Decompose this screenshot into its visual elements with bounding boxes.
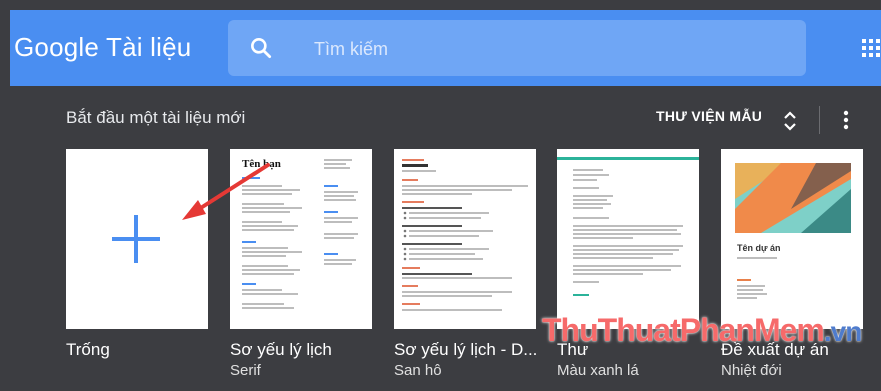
search-box[interactable] bbox=[228, 20, 806, 76]
app-logo[interactable]: Google Tài liệu bbox=[14, 32, 191, 63]
search-icon[interactable] bbox=[248, 35, 274, 61]
watermark-suffix: .vn bbox=[823, 316, 862, 347]
template-name-blank[interactable]: Trống bbox=[66, 340, 216, 360]
letter-green-thumbnail bbox=[557, 157, 699, 296]
proposal-tropical-thumbnail: Tên dự án bbox=[735, 163, 851, 299]
resume-serif-thumbnail: Tên bạn bbox=[242, 158, 358, 309]
template-name-resume-coral[interactable]: Sơ yếu lý lịch - D... bbox=[394, 340, 544, 360]
section-title: Bắt đầu một tài liệu mới bbox=[66, 108, 246, 127]
template-tile-blank[interactable] bbox=[66, 149, 208, 329]
apps-grid-icon[interactable] bbox=[862, 39, 880, 57]
template-subtitle-letter: Màu xanh lá bbox=[557, 362, 639, 379]
template-tile-proposal-tropical[interactable]: Tên dự án bbox=[721, 149, 863, 329]
template-tile-letter-green[interactable] bbox=[557, 149, 699, 329]
search-input[interactable] bbox=[312, 34, 786, 64]
template-tile-resume-serif[interactable]: Tên bạn bbox=[230, 149, 372, 329]
plus-icon bbox=[112, 215, 160, 263]
toolbar-divider bbox=[819, 106, 820, 134]
template-subtitle-proposal: Nhiệt đới bbox=[721, 362, 782, 379]
unfold-more-icon[interactable] bbox=[780, 107, 800, 135]
top-bar: Google Tài liệu bbox=[10, 10, 881, 86]
template-tile-resume-coral[interactable] bbox=[394, 149, 536, 329]
template-subtitle-resume-coral: San hô bbox=[394, 362, 442, 379]
more-options-icon[interactable] bbox=[838, 109, 854, 131]
watermark: ThuThuatPhanMem.vn bbox=[542, 312, 862, 349]
template-subtitle-resume-serif: Serif bbox=[230, 362, 261, 379]
app-window: Google Tài liệu Bắt đầu một tài liệu mới… bbox=[0, 0, 881, 391]
resume-coral-thumbnail bbox=[402, 159, 528, 311]
template-name-resume-serif[interactable]: Sơ yếu lý lịch bbox=[230, 340, 380, 360]
watermark-main: ThuThuatPhanMem bbox=[542, 312, 825, 348]
resume-thumb-heading: Tên bạn bbox=[242, 158, 281, 170]
template-gallery-button[interactable]: THƯ VIỆN MẪU bbox=[656, 108, 762, 124]
proposal-thumb-heading: Tên dự án bbox=[737, 243, 781, 253]
